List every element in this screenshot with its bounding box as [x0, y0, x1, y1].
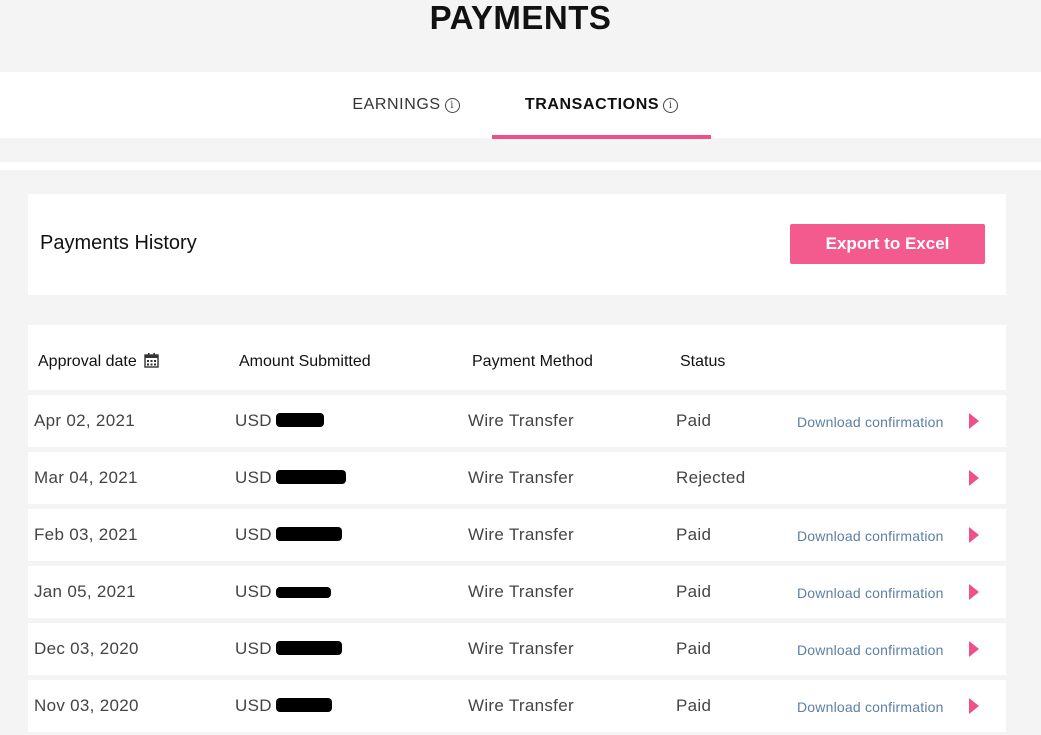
row-amount: USD — [235, 525, 342, 545]
column-header-label: Approval date — [38, 353, 137, 370]
divider — [0, 162, 1041, 170]
row-payment-method: Wire Transfer — [468, 411, 574, 430]
row-status: Paid — [676, 639, 712, 658]
download-confirmation-link[interactable]: Download confirmation — [797, 414, 944, 430]
redacted-amount — [275, 470, 346, 484]
row-currency: USD — [235, 525, 272, 544]
table-row: Jan 05, 2021 USD Wire Transfer Paid Down… — [28, 566, 1006, 618]
row-approval-date: Nov 03, 2020 — [34, 696, 139, 715]
download-confirmation-link[interactable]: Download confirmation — [797, 699, 944, 715]
row-status: Paid — [676, 411, 712, 430]
row-status: Rejected — [676, 468, 746, 487]
tab-bar: EARNINGS i TRANSACTIONS i — [0, 72, 1041, 139]
row-payment-method: Wire Transfer — [468, 639, 574, 658]
column-header-amount-submitted: Amount Submitted — [239, 353, 371, 370]
download-confirmation-link[interactable]: Download confirmation — [797, 642, 944, 658]
row-approval-date: Apr 02, 2021 — [34, 411, 135, 430]
caret-right-icon[interactable] — [969, 698, 979, 714]
row-status: Paid — [676, 696, 712, 715]
row-approval-date: Mar 04, 2021 — [34, 468, 138, 487]
row-amount: USD — [235, 582, 331, 602]
info-icon[interactable]: i — [444, 97, 460, 113]
row-approval-date: Dec 03, 2020 — [34, 639, 139, 658]
tab-transactions-label: TRANSACTIONS — [524, 96, 660, 113]
row-payment-method: Wire Transfer — [468, 696, 574, 715]
tab-earnings[interactable]: EARNINGS i — [336, 72, 476, 138]
caret-right-icon[interactable] — [969, 470, 979, 486]
caret-right-icon[interactable] — [969, 527, 979, 543]
row-payment-method: Wire Transfer — [468, 468, 574, 487]
redacted-amount — [275, 698, 332, 712]
download-confirmation-link[interactable]: Download confirmation — [797, 528, 944, 544]
caret-right-icon[interactable] — [969, 584, 979, 600]
table-row: Dec 03, 2020 USD Wire Transfer Paid Down… — [28, 623, 1006, 675]
table-row: Feb 03, 2021 USD Wire Transfer Paid Down… — [28, 509, 1006, 561]
tab-transactions[interactable]: TRANSACTIONS i — [492, 72, 711, 139]
column-header-approval-date[interactable]: Approval date — [38, 353, 159, 373]
table-header: Approval date Amount Submitted Payment M… — [28, 325, 1006, 390]
table-row: Nov 03, 2020 USD Wire Transfer Paid Down… — [28, 680, 1006, 732]
row-amount: USD — [235, 411, 324, 431]
table-row: Mar 04, 2021 USD Wire Transfer Rejected — [28, 452, 1006, 504]
row-payment-method: Wire Transfer — [468, 525, 574, 544]
payments-history-card: Payments History Export to Excel — [28, 194, 1006, 295]
row-amount: USD — [235, 468, 346, 488]
redacted-amount — [275, 587, 331, 598]
table-row: Apr 02, 2021 USD Wire Transfer Paid Down… — [28, 395, 1006, 447]
info-icon[interactable]: i — [663, 97, 679, 113]
column-header-payment-method: Payment Method — [472, 353, 593, 370]
export-to-excel-button[interactable]: Export to Excel — [790, 224, 985, 264]
tab-earnings-label: EARNINGS — [352, 96, 441, 113]
row-status: Paid — [676, 525, 712, 544]
row-status: Paid — [676, 582, 712, 601]
caret-right-icon[interactable] — [969, 641, 979, 657]
calendar-icon[interactable] — [144, 353, 159, 373]
row-amount: USD — [235, 696, 332, 716]
row-currency: USD — [235, 582, 272, 601]
column-header-status: Status — [680, 353, 726, 370]
row-currency: USD — [235, 696, 272, 715]
caret-right-icon[interactable] — [969, 413, 979, 429]
redacted-amount — [275, 413, 324, 427]
redacted-amount — [275, 527, 342, 541]
redacted-amount — [275, 641, 342, 655]
row-currency: USD — [235, 639, 272, 658]
download-confirmation-link[interactable]: Download confirmation — [797, 585, 944, 601]
row-currency: USD — [235, 411, 272, 430]
payments-history-title: Payments History — [40, 232, 197, 254]
row-approval-date: Jan 05, 2021 — [34, 582, 136, 601]
row-payment-method: Wire Transfer — [468, 582, 574, 601]
row-approval-date: Feb 03, 2021 — [34, 525, 138, 544]
row-amount: USD — [235, 639, 342, 659]
page-title: PAYMENTS — [429, 0, 612, 36]
row-currency: USD — [235, 468, 272, 487]
